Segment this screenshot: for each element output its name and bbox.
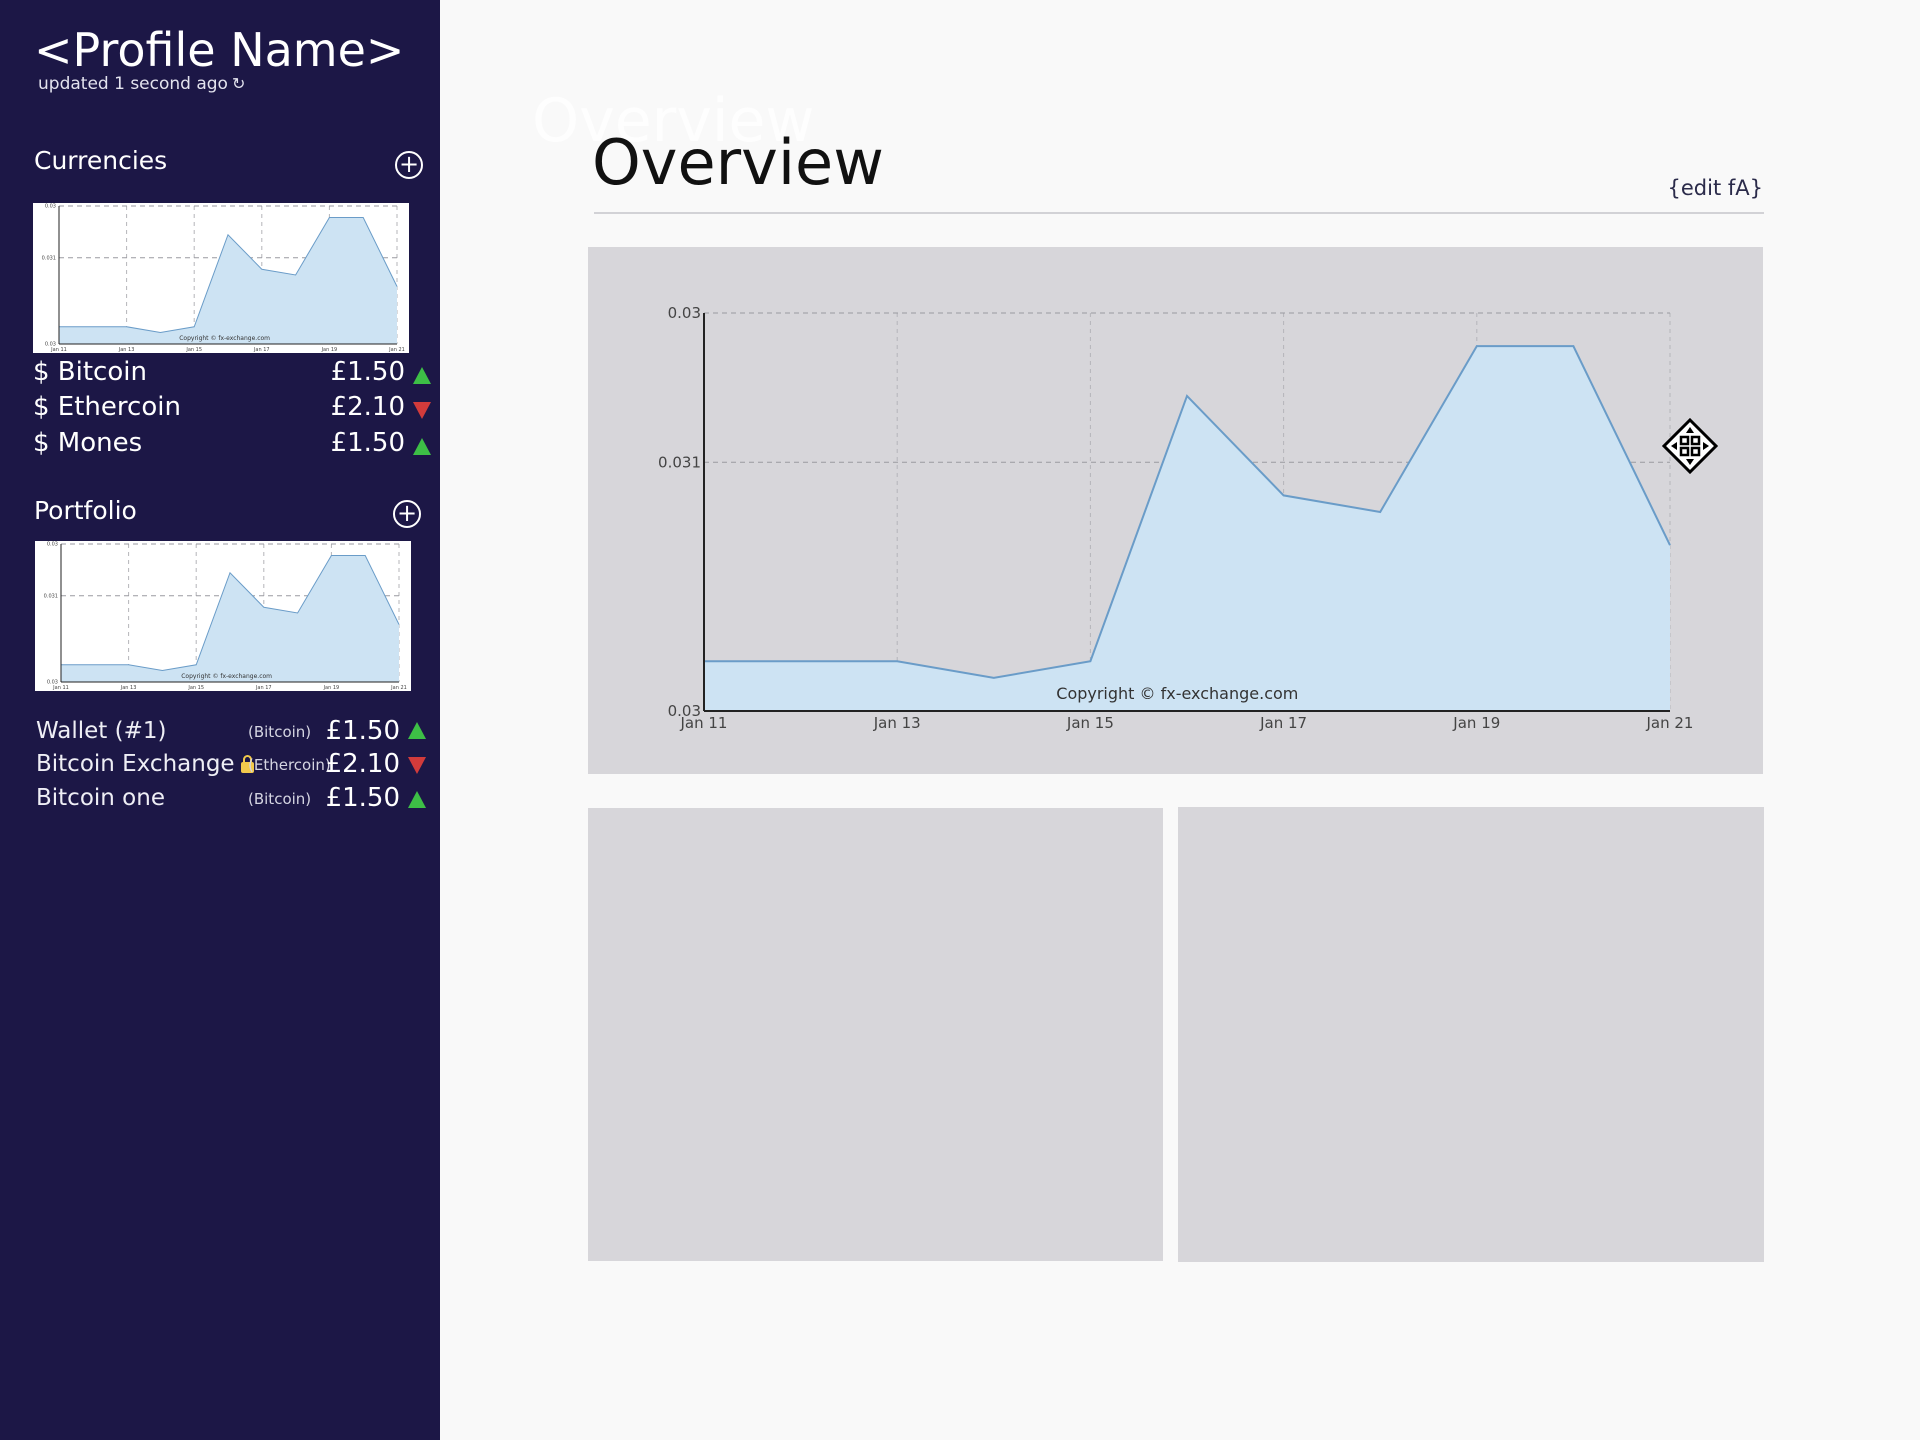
trend-up-icon (413, 438, 431, 455)
overview-chart: Jan 11 Jan 13 Jan 15 Jan 17 Jan 19 Jan 210.03… (658, 304, 1694, 732)
move-icon[interactable] (1662, 418, 1718, 474)
trend-up-icon (413, 367, 431, 384)
add-portfolio-icon[interactable]: + (393, 500, 421, 528)
currencies-mini-chart-svg: Jan 11 Jan 13 Jan 15 Jan 17 Jan 19 Jan 21 0.03… (42, 204, 405, 353)
currency-row-bitcoin[interactable]: $ Bitcoin £1.50 (33, 357, 431, 393)
y-tick-label: 0.03 (47, 542, 58, 548)
portfolio-item-name: Bitcoin one (36, 785, 165, 811)
sidebar: <Profile Name> updated 1 second ago ↻ Cur… (0, 0, 440, 1440)
add-currency-icon[interactable]: + (395, 151, 423, 179)
x-tick-label: Jan 17 (253, 347, 270, 353)
chart-annotation: Copyright © fx-exchange.com (181, 673, 272, 680)
x-tick-label: Jan 13 (118, 347, 135, 353)
x-tick-label: Jan 21 (390, 685, 407, 691)
widget-panel-right[interactable] (1178, 807, 1764, 1262)
y-tick-label: 0.03 (45, 204, 56, 210)
x-tick-label: Jan 19 (321, 347, 338, 353)
x-tick-label: Jan 11 (52, 685, 69, 691)
portfolio-item-type: (Bitcoin) (248, 790, 312, 808)
x-tick-label: Jan 13 (120, 685, 137, 691)
series-area (61, 555, 399, 682)
overview-chart-panel[interactable]: Jan 11 Jan 13 Jan 15 Jan 17 Jan 19 Jan 21 0.03… (588, 247, 1763, 774)
y-tick-label: 0.031 (44, 593, 58, 599)
x-tick-label: Jan 13 (873, 714, 921, 732)
widget-panel-left[interactable] (588, 808, 1163, 1261)
x-tick-label: Jan 17 (1259, 714, 1307, 732)
x-tick-label: Jan 17 (255, 685, 272, 691)
currency-price: £2.10 (330, 392, 405, 422)
portfolio-row-bitcoin-exchange[interactable]: Bitcoin Exchange (Ethercoin) £2.10 (36, 749, 426, 779)
portfolio-item-price: £1.50 (325, 783, 400, 813)
x-tick-label: Jan 21 (388, 347, 405, 353)
currency-name: $ Mones (33, 428, 143, 458)
x-tick-label: Jan 15 (1066, 714, 1114, 732)
currencies-mini-chart[interactable]: Jan 11 Jan 13 Jan 15 Jan 17 Jan 19 Jan 21 0.03… (33, 203, 409, 353)
series-area (704, 346, 1670, 711)
y-tick-label: 0.03 (45, 342, 56, 348)
portfolio-item-type: (Bitcoin) (248, 723, 312, 741)
y-tick-label: 0.031 (658, 453, 701, 471)
x-tick-label: Jan 15 (185, 347, 202, 353)
y-tick-label: 0.031 (42, 255, 56, 261)
currency-row-ethercoin[interactable]: $ Ethercoin £2.10 (33, 392, 431, 428)
x-tick-label: Jan 11 (50, 347, 67, 353)
title-divider (594, 212, 1764, 214)
portfolio-item-price: £1.50 (325, 716, 400, 746)
trend-down-icon (413, 402, 431, 419)
x-tick-label: Jan 19 (1452, 714, 1500, 732)
currency-row-mones[interactable]: $ Mones £1.50 (33, 428, 431, 464)
portfolio-title: Portfolio (34, 496, 137, 525)
portfolio-mini-chart-svg: Jan 11 Jan 13 Jan 15 Jan 17 Jan 19 Jan 21 0.03… (44, 542, 407, 691)
x-tick-label: Jan 19 (323, 685, 340, 691)
page-title: Overview (592, 126, 884, 199)
currency-price: £1.50 (330, 428, 405, 458)
series-area (59, 217, 397, 344)
portfolio-item-type: (Ethercoin) (248, 756, 331, 774)
currency-name: $ Ethercoin (33, 392, 181, 422)
trend-up-icon (408, 722, 426, 739)
trend-up-icon (408, 791, 426, 808)
last-updated-text: updated 1 second ago (38, 74, 228, 94)
profile-name[interactable]: <Profile Name> (34, 22, 404, 78)
portfolio-mini-chart[interactable]: Jan 11 Jan 13 Jan 15 Jan 17 Jan 19 Jan 21 0.03… (35, 541, 411, 691)
x-tick-label: Jan 21 (1646, 714, 1694, 732)
y-tick-label: 0.03 (47, 680, 58, 686)
y-tick-label: 0.03 (668, 702, 701, 720)
portfolio-row-bitcoin-one[interactable]: Bitcoin one (Bitcoin) £1.50 (36, 783, 426, 813)
refresh-icon[interactable]: ↻ (232, 74, 245, 93)
portfolio-item-name: Bitcoin Exchange (36, 751, 254, 777)
currency-price: £1.50 (330, 357, 405, 387)
y-tick-label: 0.03 (668, 304, 701, 322)
chart-annotation: Copyright © fx-exchange.com (1056, 684, 1298, 703)
edit-link[interactable]: {edit fA} (1668, 176, 1763, 200)
portfolio-item-name-text: Bitcoin Exchange (36, 751, 235, 777)
portfolio-item-price: £2.10 (325, 749, 400, 779)
portfolio-item-name: Wallet (#1) (36, 718, 167, 744)
trend-down-icon (408, 757, 426, 774)
last-updated: updated 1 second ago ↻ (38, 74, 245, 94)
x-tick-label: Jan 15 (187, 685, 204, 691)
currencies-title: Currencies (34, 146, 168, 175)
chart-annotation: Copyright © fx-exchange.com (179, 335, 270, 342)
currency-name: $ Bitcoin (33, 357, 147, 387)
portfolio-row-wallet[interactable]: Wallet (#1) (Bitcoin) £1.50 (36, 716, 426, 746)
